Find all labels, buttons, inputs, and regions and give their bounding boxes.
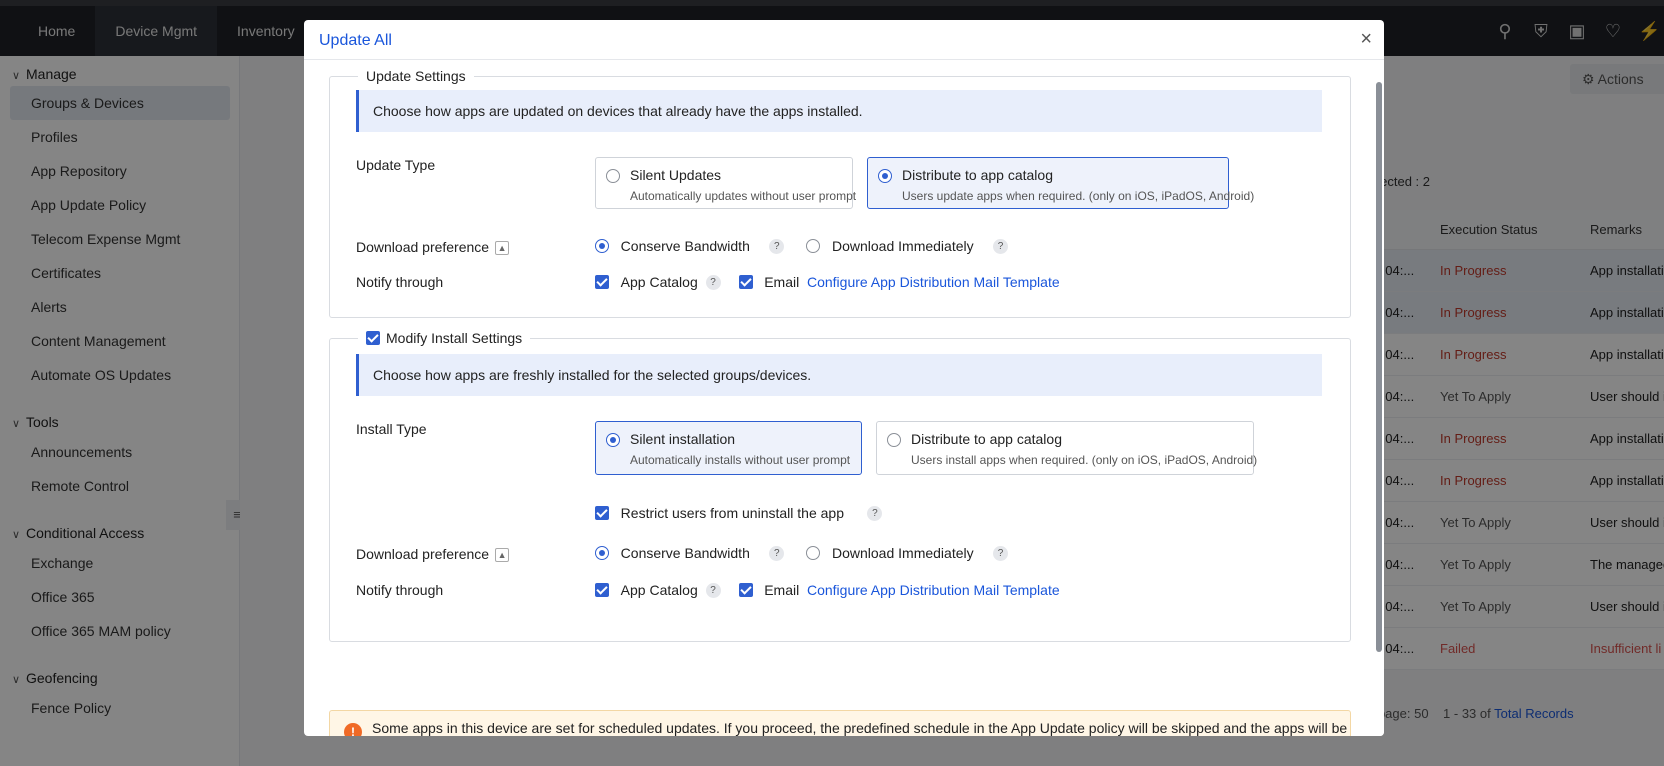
distribute-catalog-radio[interactable] — [878, 169, 892, 183]
distribute-install-catalog-radio[interactable] — [887, 433, 901, 447]
conserve-bandwidth-radio[interactable] — [595, 239, 609, 253]
download-preference-label: Download preference ▲ — [356, 239, 510, 256]
scheduled-updates-warning: ! Some apps in this device are set for s… — [329, 710, 1351, 736]
install-download-immediately-option[interactable]: Download Immediately ? — [806, 545, 1009, 561]
silent-installation-radio[interactable] — [606, 433, 620, 447]
modal-scrollbar-thumb[interactable] — [1376, 82, 1382, 652]
install-download-preference-label: Download preference ▲ — [356, 546, 510, 563]
update-settings-legend: Update Settings — [358, 68, 474, 84]
install-conserve-bandwidth-option[interactable]: Conserve Bandwidth ? — [595, 545, 785, 561]
install-app-catalog-option[interactable]: App Catalog ? — [595, 582, 721, 598]
modify-install-checkbox[interactable] — [366, 331, 380, 345]
help-icon[interactable]: ? — [769, 238, 785, 254]
update-all-modal: Update All × Update Settings Choose how … — [304, 20, 1384, 736]
install-email-checkbox[interactable] — [738, 583, 753, 597]
install-app-catalog-checkbox[interactable] — [595, 583, 609, 597]
silent-updates-radio[interactable] — [606, 169, 620, 183]
install-notify-options: App Catalog ? Email Configure App Distri… — [595, 582, 1060, 598]
notify-options: App Catalog ? Email Configure App Distri… — [595, 274, 1060, 290]
help-icon[interactable]: ? — [867, 505, 883, 521]
help-icon[interactable]: ? — [993, 545, 1009, 561]
help-icon[interactable]: ? — [769, 545, 785, 561]
install-conserve-bandwidth-radio[interactable] — [595, 546, 609, 560]
restrict-uninstall-option[interactable]: Restrict users from uninstall the app ? — [595, 505, 883, 521]
install-download-preference-options: Conserve Bandwidth ? Download Immediatel… — [595, 545, 1009, 561]
install-notify-through-label: Notify through — [356, 582, 444, 598]
notify-through-label: Notify through — [356, 274, 444, 290]
silent-updates-option[interactable]: Silent Updates Automatically updates wit… — [595, 157, 856, 209]
update-settings-info: Choose how apps are updated on devices t… — [356, 90, 1322, 132]
modal-header: Update All × — [304, 20, 1384, 60]
configure-mail-template-link[interactable]: Configure App Distribution Mail Template — [807, 274, 1060, 290]
update-type-label: Update Type — [356, 157, 436, 173]
email-option[interactable]: Email Configure App Distribution Mail Te… — [738, 274, 1060, 290]
warning-icon: ! — [344, 723, 362, 736]
silent-installation-option[interactable]: Silent installation Automatically instal… — [595, 421, 862, 475]
install-type-label: Install Type — [356, 421, 427, 437]
app-catalog-option[interactable]: App Catalog ? — [595, 274, 721, 290]
download-immediately-radio[interactable] — [806, 239, 821, 253]
download-preference-options: Conserve Bandwidth ? Download Immediatel… — [595, 238, 1009, 254]
modal-title: Update All — [319, 32, 392, 49]
restrict-uninstall-checkbox[interactable] — [595, 506, 609, 520]
download-immediately-option[interactable]: Download Immediately ? — [806, 238, 1009, 254]
install-configure-mail-template-link[interactable]: Configure App Distribution Mail Template — [807, 582, 1060, 598]
help-icon[interactable]: ? — [993, 238, 1009, 254]
distribute-install-catalog-option[interactable]: Distribute to app catalog Users install … — [876, 421, 1257, 475]
help-icon[interactable]: ? — [705, 582, 721, 598]
help-icon[interactable]: ? — [705, 274, 721, 290]
install-settings-section: Modify Install Settings Choose how apps … — [329, 330, 1351, 642]
conserve-bandwidth-option[interactable]: Conserve Bandwidth ? — [595, 238, 785, 254]
distribute-catalog-option[interactable]: Distribute to app catalog Users update a… — [867, 157, 1254, 209]
email-checkbox[interactable] — [738, 275, 753, 289]
app-catalog-checkbox[interactable] — [595, 275, 609, 289]
close-icon[interactable]: × — [1360, 28, 1372, 51]
info-image-icon[interactable]: ▲ — [495, 241, 510, 256]
install-download-immediately-radio[interactable] — [806, 546, 821, 560]
install-settings-info: Choose how apps are freshly installed fo… — [356, 354, 1322, 396]
modal-scrollbar[interactable] — [1374, 60, 1384, 736]
update-settings-section: Update Settings Choose how apps are upda… — [329, 68, 1351, 318]
install-email-option[interactable]: Email Configure App Distribution Mail Te… — [738, 582, 1060, 598]
install-settings-legend: Modify Install Settings — [358, 330, 531, 346]
info-image-icon[interactable]: ▲ — [495, 548, 510, 563]
